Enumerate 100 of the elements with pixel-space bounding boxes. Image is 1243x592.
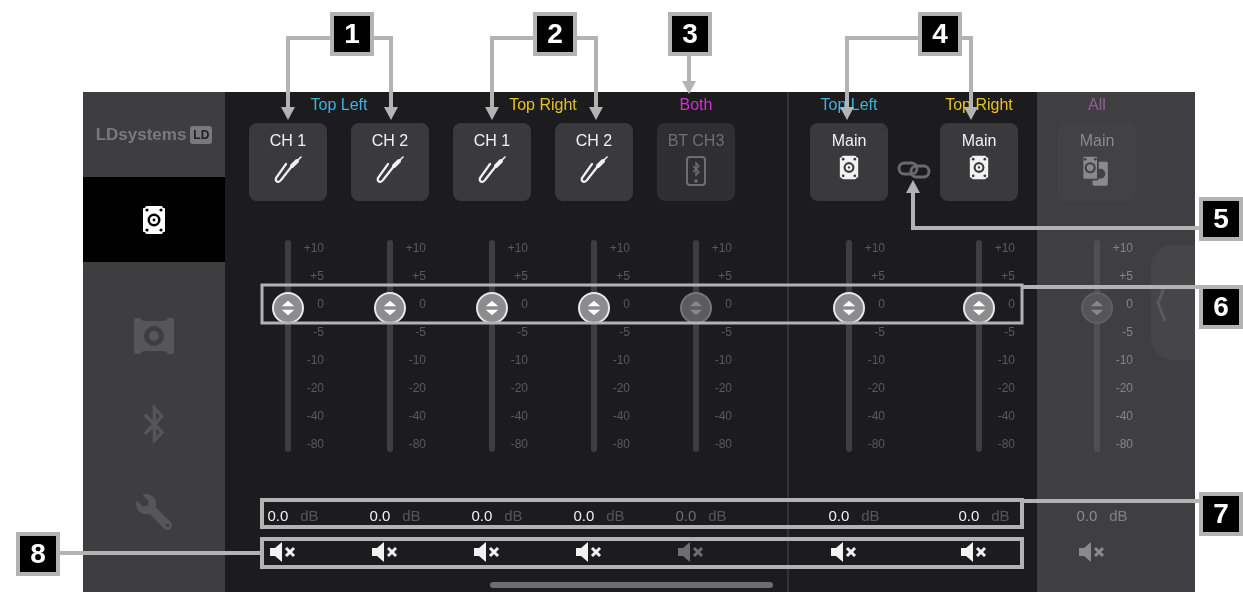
callout-number: 8 (16, 532, 60, 576)
scale-label: -10 (1115, 354, 1133, 366)
gain-value: 0.0 (958, 505, 980, 526)
speaker-icon (132, 316, 176, 356)
logo-badge: LD (190, 125, 213, 144)
gain-unit: dB (708, 505, 727, 526)
scale-label: -80 (510, 438, 528, 450)
scale-label: +5 (1001, 270, 1015, 282)
drawer-handle[interactable] (1151, 245, 1195, 360)
gain-value: 0.0 (828, 505, 850, 526)
callout-number: 6 (1199, 285, 1243, 329)
scale-label: -20 (408, 382, 426, 394)
scale-label: -80 (612, 438, 630, 450)
scale-label: -10 (997, 354, 1015, 366)
scale-label: -5 (415, 326, 426, 338)
speaker-icon (839, 155, 859, 180)
cable-plug-icon (273, 155, 303, 185)
scale-label: -5 (1004, 326, 1015, 338)
scale-label: -80 (306, 438, 324, 450)
cable-plug-icon (477, 155, 507, 185)
gain-unit: dB (606, 505, 625, 526)
scale-label: -5 (619, 326, 630, 338)
channel-button[interactable]: CH 1 (249, 123, 327, 201)
channel-button[interactable]: CH 2 (351, 123, 429, 201)
channel-button[interactable]: Main (940, 123, 1018, 201)
scale-label: -5 (874, 326, 885, 338)
scale-label: -80 (714, 438, 732, 450)
channel-button[interactable]: Main (810, 123, 888, 201)
speaker-icon (142, 204, 166, 235)
callout-number: 3 (668, 12, 712, 56)
sidebar-item[interactable] (83, 177, 225, 262)
channel-button[interactable]: CH 2 (555, 123, 633, 201)
channel-name: CH 1 (473, 131, 511, 151)
gain-value: 0.0 (573, 505, 595, 526)
gain-value: 0.0 (267, 505, 289, 526)
gain-value: 0.0 (471, 505, 493, 526)
scale-label: +10 (609, 242, 630, 254)
scale-label: -40 (714, 410, 732, 422)
callout-number: 5 (1199, 197, 1243, 241)
scale-label: -20 (612, 382, 630, 394)
scale-label: 0 (725, 298, 732, 310)
group-label: Top Left (310, 95, 368, 115)
scale-label: -10 (612, 354, 630, 366)
scale-label: -5 (517, 326, 528, 338)
link-icon[interactable] (897, 160, 931, 180)
scale-label: -80 (1115, 438, 1133, 450)
channel-name: CH 1 (269, 131, 307, 151)
scale-label: -80 (867, 438, 885, 450)
scale-label: 0 (1126, 298, 1133, 310)
scale-label: +10 (1112, 242, 1133, 254)
scale-label: -10 (408, 354, 426, 366)
leader-line (682, 56, 696, 94)
callout-number: 7 (1199, 492, 1243, 536)
scale-label: +5 (310, 270, 324, 282)
channel-name: Main (831, 131, 867, 151)
scale-label: +5 (616, 270, 630, 282)
scale-label: +5 (871, 270, 885, 282)
scale-label: -10 (867, 354, 885, 366)
scale-label: +10 (405, 242, 426, 254)
scale-label: -80 (997, 438, 1015, 450)
scale-label: -40 (306, 410, 324, 422)
wrench-icon (136, 494, 172, 530)
channel-name: CH 2 (575, 131, 613, 151)
channel-name: BT CH3 (667, 131, 725, 151)
scale-label: 0 (521, 298, 528, 310)
cable-plug-icon (579, 155, 609, 185)
scale-label: -20 (306, 382, 324, 394)
scale-label: -40 (867, 410, 885, 422)
scale-label: -5 (313, 326, 324, 338)
scale-label: -40 (612, 410, 630, 422)
scale-label: +5 (412, 270, 426, 282)
channel-button[interactable]: CH 1 (453, 123, 531, 201)
callout-number: 2 (533, 12, 577, 56)
scale-label: +10 (711, 242, 732, 254)
scale-label: +10 (864, 242, 885, 254)
group-label: Both (679, 95, 713, 115)
scale-label: -40 (510, 410, 528, 422)
scale-label: 0 (623, 298, 630, 310)
callout-number: 4 (918, 12, 962, 56)
gain-value: 0.0 (675, 505, 697, 526)
scale-label: -80 (408, 438, 426, 450)
scale-label: 0 (878, 298, 885, 310)
scale-label: -40 (997, 410, 1015, 422)
scale-label: -10 (714, 354, 732, 366)
gain-value: 0.0 (1076, 505, 1098, 526)
scale-label: +5 (718, 270, 732, 282)
gain-unit: dB (402, 505, 421, 526)
scale-label: 0 (317, 298, 324, 310)
scale-label: -5 (1122, 326, 1133, 338)
scale-label: +10 (994, 242, 1015, 254)
scale-label: -20 (867, 382, 885, 394)
gain-unit: dB (991, 505, 1010, 526)
channel-name: Main (1079, 131, 1115, 151)
scale-label: +10 (303, 242, 324, 254)
scale-label: -20 (1115, 382, 1133, 394)
channel-name: CH 2 (371, 131, 409, 151)
scale-label: 0 (1008, 298, 1015, 310)
phone-bluetooth-icon (684, 155, 708, 187)
gain-unit: dB (504, 505, 523, 526)
cable-plug-icon (375, 155, 405, 185)
